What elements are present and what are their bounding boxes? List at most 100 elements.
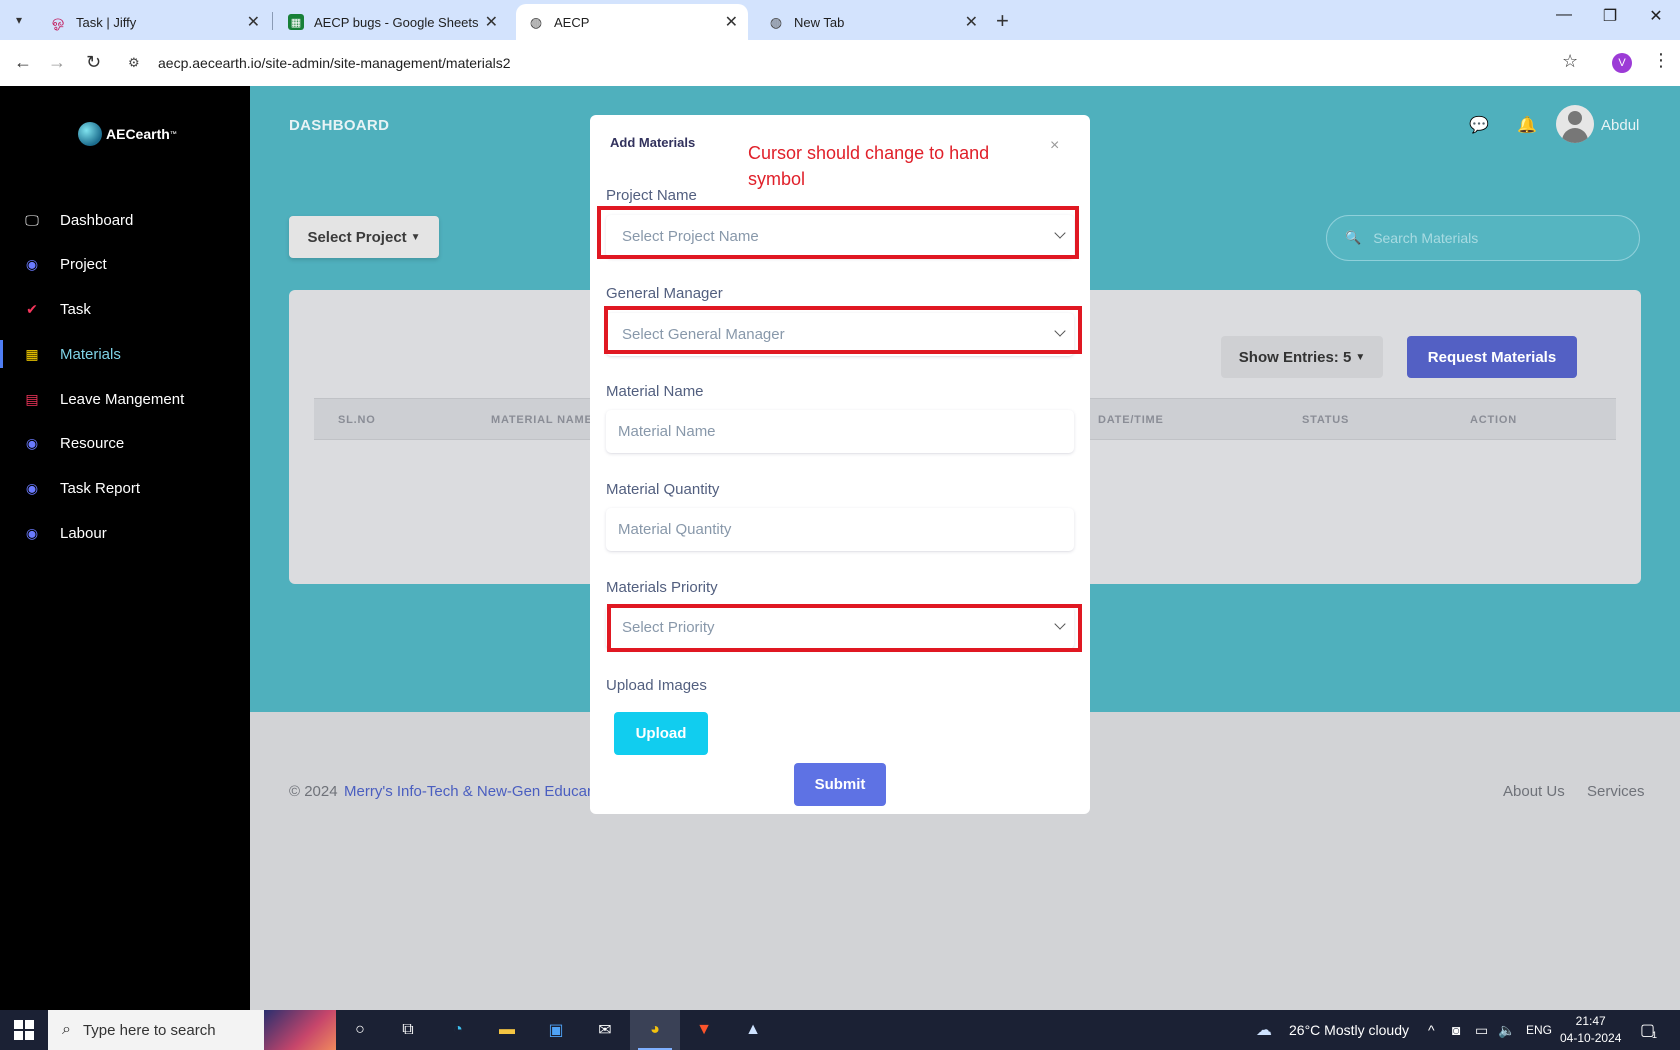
sidebar-item-leave-management[interactable]: ▤ Leave Mangement (0, 379, 250, 419)
upload-button[interactable]: Upload (614, 712, 708, 755)
bell-icon[interactable]: 🔔 (1517, 115, 1537, 135)
material-name-input[interactable]: Material Name (606, 410, 1074, 453)
sidebar-item-dashboard[interactable]: 🖵 Dashboard (0, 200, 250, 240)
material-quantity-label: Material Quantity (606, 481, 720, 498)
tab-title: New Tab (794, 14, 845, 30)
cortana-icon[interactable]: ○ (347, 1018, 373, 1042)
globe-icon: ◍ (529, 13, 543, 30)
globe-icon: ◉ (25, 524, 39, 541)
search-materials-input[interactable]: 🔍 Search Materials (1326, 215, 1640, 261)
minimize-icon[interactable]: — (1544, 6, 1584, 24)
meet-icon[interactable]: ◙ (1452, 1022, 1460, 1038)
username[interactable]: Abdul (1601, 117, 1639, 134)
tab-close-icon[interactable]: ✕ (725, 12, 738, 32)
sidebar-item-task-report[interactable]: ◉ Task Report (0, 468, 250, 508)
browser-menu-icon[interactable]: ⋮ (1652, 50, 1670, 71)
column-sl-no: SL.NO (338, 414, 376, 426)
volume-icon[interactable]: 🔈 (1498, 1022, 1515, 1039)
windows-start-icon[interactable] (14, 1020, 34, 1040)
language-indicator[interactable]: ENG (1526, 1023, 1552, 1037)
clock-time: 21:47 (1575, 1014, 1606, 1028)
select-project-label: Select Project (307, 228, 407, 246)
page-title: DASHBOARD (289, 117, 390, 134)
select-project-dropdown[interactable]: Select Project ▼ (289, 216, 439, 258)
logo-globe-icon (78, 122, 102, 146)
globe-icon: ◉ (25, 479, 39, 496)
file-explorer-icon[interactable]: ▬ (494, 1018, 520, 1042)
address-bar[interactable]: ⚙ aecp.aecearth.io/site-admin/site-manag… (118, 45, 1578, 81)
request-materials-button[interactable]: Request Materials (1407, 336, 1577, 378)
sidebar-item-resource[interactable]: ◉ Resource (0, 423, 250, 463)
weather-text[interactable]: 26°C Mostly cloudy (1289, 1022, 1409, 1038)
tab-task-jiffy[interactable]: ஓ Task | Jiffy ✕ (38, 4, 270, 40)
back-arrow-icon[interactable]: ← (14, 52, 32, 73)
footer-about-link[interactable]: About Us (1503, 783, 1565, 800)
submit-button[interactable]: Submit (794, 763, 886, 806)
browser-tab-bar: ▾ ஓ Task | Jiffy ✕ ▦ AECP bugs - Google … (0, 0, 1680, 40)
restore-icon[interactable]: ❐ (1590, 6, 1630, 26)
network-icon[interactable]: ▭ (1475, 1022, 1488, 1039)
footer-copyright: © 2024 (289, 783, 338, 800)
bug-annotation-text: Cursor should change to hand symbol (748, 143, 990, 189)
show-entries-dropdown[interactable]: Show Entries: 5 ▼ (1221, 336, 1383, 378)
sidebar-item-label: Labour (60, 524, 107, 542)
sidebar-item-task[interactable]: ✔ Task (0, 289, 250, 329)
sidebar-item-label: Dashboard (60, 211, 134, 229)
chat-icon[interactable]: 💬 (1469, 115, 1489, 135)
bookmark-star-icon[interactable]: ☆ (1562, 51, 1578, 72)
material-name-placeholder: Material Name (618, 423, 716, 440)
project-name-label: Project Name (606, 187, 697, 204)
tab-title: AECP (554, 14, 590, 30)
aecearth-logo[interactable]: AECearth ™ (78, 122, 177, 146)
footer-company-link[interactable]: Merry's Info-Tech & New-Gen Educar (344, 783, 592, 800)
sidebar-item-project[interactable]: ◉ Project (0, 244, 250, 284)
tab-new-tab[interactable]: ◍ New Tab ✕ (756, 4, 988, 40)
close-icon[interactable]: × (1050, 137, 1059, 155)
footer-services-link[interactable]: Services (1587, 783, 1645, 800)
window-close-icon[interactable]: ✕ (1636, 6, 1676, 26)
forward-arrow-icon[interactable]: → (48, 52, 66, 73)
mail-icon[interactable]: ✉ (592, 1018, 618, 1042)
edge-icon[interactable]: ◔ (445, 1018, 471, 1042)
avatar[interactable] (1556, 105, 1594, 143)
tab-close-icon[interactable]: ✕ (247, 12, 260, 32)
material-name-label: Material Name (606, 383, 704, 400)
site-info-icon[interactable]: ⚙ (128, 55, 152, 71)
tab-aecp[interactable]: ◍ AECP ✕ (516, 4, 748, 40)
search-placeholder: Search Materials (1373, 230, 1479, 246)
browser-toolbar: ← → ↻ ⚙ aecp.aecearth.io/site-admin/site… (0, 40, 1680, 86)
task-view-icon[interactable]: ⧉ (395, 1018, 421, 1042)
new-tab-plus-icon[interactable]: + (996, 8, 1009, 34)
tab-title: Task | Jiffy (76, 14, 137, 30)
windows-taskbar: ⌕ Type here to search ○ ⧉ ◔ ▬ ▣ ✉ ◕ ▼ ▲ … (0, 1010, 1680, 1050)
chrome-icon[interactable]: ◕ (642, 1018, 668, 1042)
clock[interactable]: 21:47 04-10-2024 (1560, 1013, 1621, 1047)
sidebar-item-labour[interactable]: ◉ Labour (0, 513, 250, 553)
profile-avatar[interactable]: V (1612, 53, 1632, 73)
search-icon: 🔍 (1345, 230, 1362, 245)
tab-aecp-bugs[interactable]: ▦ AECP bugs - Google Sheets ✕ (276, 4, 508, 40)
globe-icon: ◉ (25, 255, 39, 272)
tab-divider (272, 12, 273, 30)
search-icon: ⌕ (62, 1021, 71, 1038)
tab-close-icon[interactable]: ✕ (485, 12, 498, 32)
reload-icon[interactable]: ↻ (86, 52, 101, 73)
tray-chevron-icon[interactable]: ^ (1428, 1022, 1435, 1038)
weather-icon[interactable]: ☁ (1256, 1020, 1272, 1040)
sidebar-item-label: Task Report (60, 479, 141, 497)
url-text[interactable]: aecp.aecearth.io/site-admin/site-managem… (158, 55, 511, 71)
taskbar-search-input[interactable]: ⌕ Type here to search (48, 1010, 336, 1050)
tab-close-icon[interactable]: ✕ (965, 12, 978, 32)
annotation-highlight-box (607, 604, 1082, 652)
column-material-name: MATERIAL NAME (491, 414, 593, 426)
material-quantity-input[interactable]: Material Quantity (606, 508, 1074, 551)
leave-icon: ▤ (25, 390, 39, 407)
sidebar-item-materials[interactable]: ▦ Materials (0, 334, 250, 374)
store-icon[interactable]: ▣ (543, 1018, 569, 1042)
taskbar-search-placeholder: Type here to search (82, 1021, 216, 1039)
jiffy-icon: ஓ (51, 12, 65, 30)
tab-search-dropdown-icon[interactable]: ▾ (6, 8, 32, 32)
add-materials-modal: Add Materials Cursor should change to ha… (590, 115, 1090, 814)
brave-icon[interactable]: ▼ (691, 1018, 717, 1042)
photos-icon[interactable]: ▲ (740, 1018, 766, 1042)
